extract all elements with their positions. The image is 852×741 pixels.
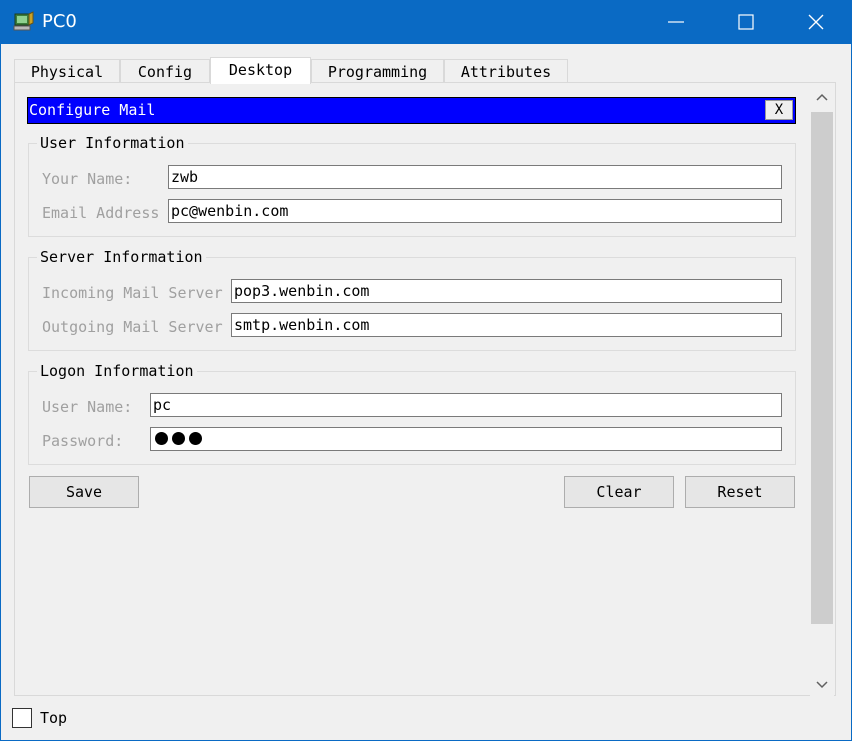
user-name-label: User Name: — [42, 398, 133, 416]
password-dot — [155, 432, 168, 445]
configure-mail-title: Configure Mail — [29, 101, 156, 119]
your-name-label: Your Name: — [42, 170, 133, 188]
window-titlebar: PC0 — [0, 0, 852, 44]
scroll-thumb[interactable] — [811, 112, 833, 624]
minimize-icon — [668, 21, 684, 23]
top-checkbox-label: Top — [40, 709, 68, 727]
close-button[interactable] — [786, 0, 846, 44]
tab-programming[interactable]: Programming — [311, 59, 444, 83]
maximize-button[interactable] — [716, 0, 776, 44]
email-address-label: Email Address — [42, 204, 160, 222]
tab-config[interactable]: Config — [120, 59, 210, 83]
close-mail-button[interactable]: X — [765, 100, 793, 120]
logon-information-group: Logon Information User Name: pc Password… — [28, 362, 796, 465]
server-information-legend: Server Information — [37, 248, 206, 266]
outgoing-mail-server-label: Outgoing Mail Server — [42, 318, 223, 336]
configure-mail-header: Configure Mail X — [27, 97, 796, 124]
incoming-mail-server-input[interactable]: pop3.wenbin.com — [231, 279, 782, 303]
your-name-input[interactable]: zwb — [168, 165, 782, 189]
password-dot — [189, 432, 202, 445]
window-title: PC0 — [42, 11, 77, 32]
chevron-down-icon — [816, 681, 828, 689]
scroll-up-button[interactable] — [810, 86, 834, 110]
close-icon — [808, 14, 824, 30]
password-mask — [155, 432, 202, 445]
user-information-group: User Information Your Name: zwb Email Ad… — [28, 134, 796, 237]
clear-button[interactable]: Clear — [564, 476, 674, 508]
outgoing-mail-server-input[interactable]: smtp.wenbin.com — [231, 313, 782, 337]
top-checkbox[interactable] — [12, 708, 32, 728]
logon-information-legend: Logon Information — [37, 362, 197, 380]
user-name-input[interactable]: pc — [150, 393, 782, 417]
tab-attributes[interactable]: Attributes — [444, 59, 568, 83]
tab-desktop[interactable]: Desktop — [210, 57, 311, 84]
vertical-scrollbar[interactable] — [810, 86, 834, 696]
reset-button[interactable]: Reset — [685, 476, 795, 508]
pc-device-icon — [12, 10, 36, 34]
scroll-down-button[interactable] — [810, 672, 834, 696]
password-label: Password: — [42, 432, 124, 450]
incoming-mail-server-label: Incoming Mail Server — [42, 284, 223, 302]
password-input[interactable] — [150, 427, 782, 451]
password-dot — [172, 432, 185, 445]
email-address-input[interactable]: pc@wenbin.com — [168, 199, 782, 223]
chevron-up-icon — [816, 93, 828, 101]
window-border — [0, 44, 1, 741]
maximize-icon — [738, 14, 754, 30]
server-information-group: Server Information Incoming Mail Server … — [28, 248, 796, 351]
user-information-legend: User Information — [37, 134, 188, 152]
tab-physical[interactable]: Physical — [14, 59, 120, 83]
minimize-button[interactable] — [646, 0, 706, 44]
save-button[interactable]: Save — [29, 476, 139, 508]
